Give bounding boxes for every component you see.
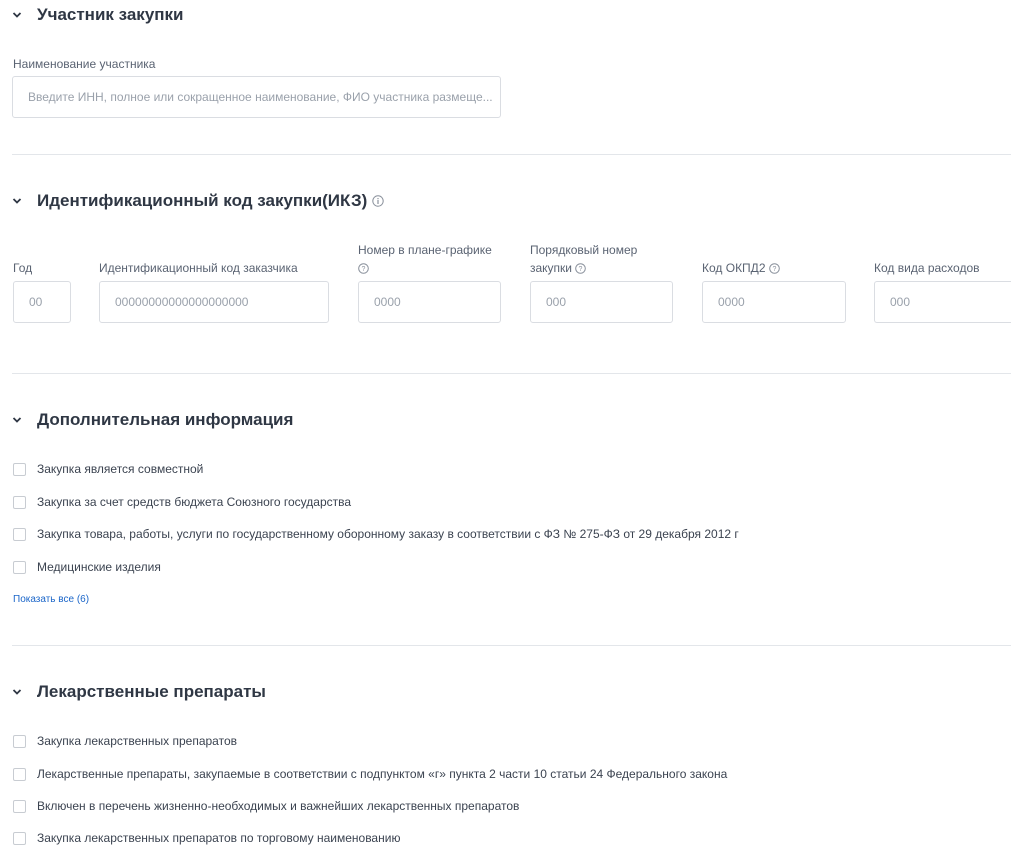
additional-section-header[interactable]: Дополнительная информация [12, 410, 293, 430]
participant-name-input[interactable]: Введите ИНН, полное или сокращенное наим… [12, 76, 501, 118]
ikz-expense-code-placeholder: 000 [890, 295, 911, 309]
svg-text:?: ? [772, 266, 776, 273]
checkbox[interactable] [13, 527, 26, 541]
chevron-down-icon[interactable] [12, 687, 22, 697]
chevron-down-icon[interactable] [12, 10, 22, 20]
ikz-plan-number-placeholder: 0000 [374, 295, 401, 309]
divider [12, 154, 1011, 155]
checkbox-label: Медицинские изделия [37, 560, 161, 574]
ikz-customer-code-placeholder: 00000000000000000000 [115, 295, 249, 309]
ikz-order-number-input[interactable]: 000 [530, 281, 673, 323]
checkbox-label: Закупка товара, работы, услуги по госуда… [37, 527, 739, 541]
ikz-okpd2-input[interactable]: 0000 [702, 281, 846, 323]
checkbox-label: Закупка является совместной [37, 462, 204, 476]
checkbox-label: Закупка лекарственных препаратов [37, 734, 237, 748]
drugs-section-header[interactable]: Лекарственные препараты [12, 682, 266, 702]
checkbox-label: Закупка за счет средств бюджета Союзного… [37, 495, 352, 509]
info-circle-icon[interactable] [372, 195, 385, 207]
ikz-order-number-placeholder: 000 [546, 295, 567, 309]
ikz-year-placeholder: 00 [29, 295, 43, 309]
checkbox-vital-drugs-list[interactable]: Включен в перечень жизненно-необходимых … [13, 796, 519, 816]
checkbox-defense-order[interactable]: Закупка товара, работы, услуги по госуда… [13, 524, 739, 544]
checkbox[interactable] [13, 799, 26, 813]
ikz-section-header[interactable]: Идентификационный код закупки(ИКЗ) [12, 191, 385, 211]
checkbox-label: Лекарственные препараты, закупаемые в со… [37, 767, 728, 781]
ikz-year-input[interactable]: 00 [13, 281, 71, 323]
ikz-order-number-label-text: закупки [530, 261, 573, 275]
show-all-link[interactable]: Показать все (6) [13, 594, 89, 605]
checkbox-union-state-budget[interactable]: Закупка за счет средств бюджета Союзного… [13, 492, 351, 512]
checkbox-drugs-subparagraph[interactable]: Лекарственные препараты, закупаемые в со… [13, 764, 727, 784]
checkbox[interactable] [13, 462, 26, 476]
section-title: Дополнительная информация [37, 410, 294, 429]
ikz-expense-code-input[interactable]: 000 [874, 281, 1011, 323]
ikz-year-label: Год [13, 261, 33, 275]
ikz-order-number-label-line2: закупки ? [530, 259, 586, 277]
ikz-plan-number-input[interactable]: 0000 [358, 281, 501, 323]
checkbox[interactable] [13, 734, 26, 748]
question-circle-icon[interactable]: ? [575, 262, 586, 274]
ikz-customer-code-input[interactable]: 00000000000000000000 [99, 281, 329, 323]
participant-name-placeholder: Введите ИНН, полное или сокращенное наим… [28, 90, 493, 104]
question-circle-icon[interactable]: ? [358, 263, 369, 274]
ikz-customer-code-label: Идентификационный код заказчика [99, 261, 298, 275]
ikz-plan-number-label: Номер в плане-графике [358, 243, 492, 257]
checkbox-label: Закупка лекарственных препаратов по торг… [37, 831, 401, 845]
checkbox[interactable] [13, 767, 26, 781]
ikz-okpd2-label-text: Код ОКПД2 [702, 261, 766, 275]
ikz-okpd2-label: Код ОКПД2 ? [702, 259, 780, 277]
checkbox-label: Включен в перечень жизненно-необходимых … [37, 799, 520, 813]
checkbox-medical-devices[interactable]: Медицинские изделия [13, 557, 161, 577]
section-title: Участник закупки [37, 5, 184, 24]
svg-text:?: ? [362, 266, 366, 273]
ikz-okpd2-placeholder: 0000 [718, 295, 745, 309]
section-title: Идентификационный код закупки(ИКЗ) [37, 191, 368, 210]
checkbox-drug-purchase[interactable]: Закупка лекарственных препаратов [13, 731, 237, 751]
participant-name-label: Наименование участника [13, 57, 156, 71]
checkbox-joint-purchase[interactable]: Закупка является совместной [13, 459, 203, 479]
ikz-expense-code-label: Код вида расходов [874, 261, 980, 275]
divider [12, 373, 1011, 374]
checkbox-trade-name[interactable]: Закупка лекарственных препаратов по торг… [13, 828, 400, 848]
ikz-order-number-label: Порядковый номер [530, 243, 638, 257]
chevron-down-icon[interactable] [12, 415, 22, 425]
participant-section-header[interactable]: Участник закупки [12, 5, 184, 25]
divider [12, 645, 1011, 646]
checkbox[interactable] [13, 495, 26, 509]
chevron-down-icon[interactable] [12, 196, 22, 206]
svg-text:?: ? [579, 266, 583, 273]
checkbox[interactable] [13, 560, 26, 574]
question-circle-icon[interactable]: ? [768, 262, 780, 274]
section-title: Лекарственные препараты [37, 682, 266, 701]
checkbox[interactable] [13, 831, 26, 845]
